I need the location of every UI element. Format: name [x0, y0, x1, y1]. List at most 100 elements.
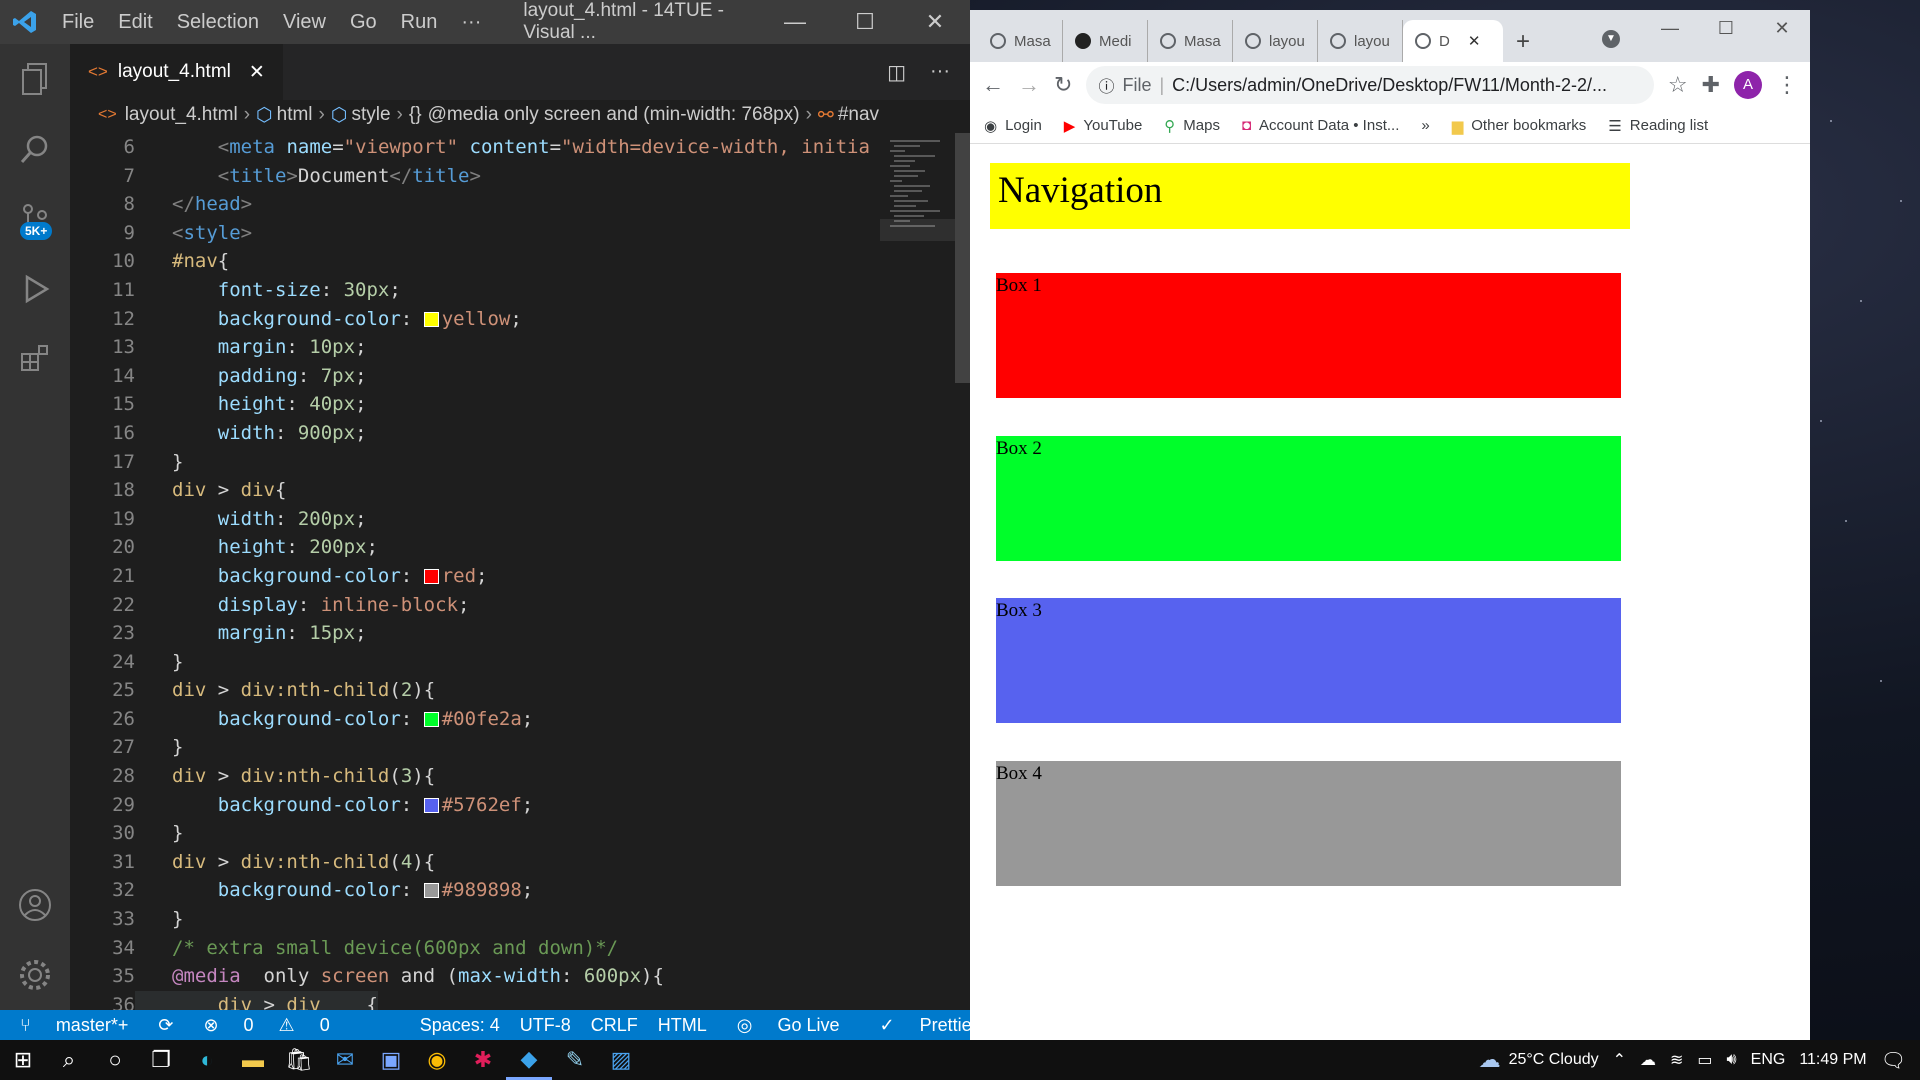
- eol-status[interactable]: CRLF: [581, 1015, 648, 1036]
- breadcrumb-nav[interactable]: #nav: [838, 104, 879, 126]
- extensions-icon[interactable]: [0, 324, 70, 394]
- close-button[interactable]: ✕: [1754, 10, 1810, 46]
- minimize-button[interactable]: —: [760, 9, 830, 35]
- battery-icon[interactable]: ▭: [1697, 1050, 1712, 1070]
- extensions-puzzle-icon[interactable]: ✚: [1702, 72, 1720, 98]
- accounts-icon[interactable]: [0, 870, 70, 940]
- indent-status[interactable]: Spaces: 4: [410, 1015, 510, 1036]
- menu-go[interactable]: Go: [338, 11, 389, 34]
- address-bar[interactable]: ⓘ File | C:/Users/admin/OneDrive/Desktop…: [1086, 66, 1654, 104]
- cortana-icon[interactable]: ○: [92, 1040, 138, 1080]
- explorer-icon[interactable]: [0, 44, 70, 114]
- browser-tab-active[interactable]: D ✕: [1403, 20, 1503, 62]
- window-controls: — ☐ ✕: [760, 9, 970, 35]
- notification-center-icon[interactable]: 🗨︎: [1881, 1048, 1906, 1073]
- back-arrow-icon[interactable]: ←: [982, 72, 1004, 98]
- chevron-up-icon[interactable]: ⌃: [1613, 1050, 1626, 1070]
- menu-view[interactable]: View: [271, 11, 338, 34]
- editor-scroll-thumb[interactable]: [955, 133, 970, 383]
- problems-status[interactable]: ⊗ 0 ⚠ 0: [183, 1015, 349, 1036]
- tab-close-icon[interactable]: ✕: [249, 61, 265, 84]
- menu-file[interactable]: File: [50, 11, 106, 34]
- bookmark-star-icon[interactable]: ☆: [1668, 72, 1688, 98]
- editor-tab-active[interactable]: <> layout_4.html ✕: [70, 44, 283, 100]
- menu-more[interactable]: ···: [449, 11, 493, 34]
- tab-search-icon[interactable]: ▼: [1602, 30, 1620, 48]
- source-control-icon[interactable]: 5K+: [0, 184, 70, 254]
- chrome-icon[interactable]: ◉: [414, 1040, 460, 1080]
- color-swatch[interactable]: [423, 311, 439, 327]
- browser-tab[interactable]: layou: [1233, 20, 1318, 62]
- code-line: 18 div > div{: [112, 479, 287, 502]
- color-swatch[interactable]: [423, 711, 439, 727]
- minimize-button[interactable]: —: [1642, 10, 1698, 46]
- notepad-icon[interactable]: ✎: [552, 1040, 598, 1080]
- breadcrumb-file[interactable]: layout_4.html: [125, 104, 238, 126]
- browser-tab[interactable]: layou: [1318, 20, 1403, 62]
- split-editor-icon[interactable]: ◫: [887, 60, 906, 85]
- color-swatch[interactable]: [423, 568, 439, 584]
- browser-tab[interactable]: Masa: [978, 20, 1063, 62]
- language-status[interactable]: HTML: [648, 1015, 717, 1036]
- search-icon[interactable]: ⌕: [46, 1040, 92, 1080]
- menu-run[interactable]: Run: [389, 11, 450, 34]
- search-icon[interactable]: [0, 114, 70, 184]
- branch-status[interactable]: ⑂ master*+: [0, 1015, 148, 1036]
- breadcrumb-html[interactable]: html: [277, 104, 313, 126]
- reload-icon[interactable]: ↻: [1054, 72, 1072, 98]
- file-explorer-icon[interactable]: ▬: [230, 1040, 276, 1080]
- browser-tab[interactable]: Medi: [1063, 20, 1148, 62]
- menu-selection[interactable]: Selection: [165, 11, 271, 34]
- sync-icon[interactable]: ⟳: [148, 1015, 183, 1036]
- chrome-menu-icon[interactable]: ⋮: [1776, 72, 1798, 98]
- menu-edit[interactable]: Edit: [106, 11, 164, 34]
- code-line: 16 width: 900px;: [112, 421, 367, 444]
- profile-avatar[interactable]: A: [1734, 71, 1762, 99]
- bookmark-maps[interactable]: ⚲ Maps: [1164, 117, 1220, 135]
- edge-icon[interactable]: ◐: [184, 1040, 230, 1080]
- minimap[interactable]: [880, 133, 955, 1010]
- golive-button[interactable]: ◎ Go Live: [717, 1015, 860, 1036]
- onedrive-icon[interactable]: ☁: [1640, 1050, 1656, 1070]
- color-swatch[interactable]: [423, 883, 439, 899]
- reading-list[interactable]: ☰ Reading list: [1608, 117, 1708, 135]
- color-swatch[interactable]: [423, 797, 439, 813]
- task-view-icon[interactable]: ❐: [138, 1040, 184, 1080]
- bookmark-other[interactable]: ▆ Other bookmarks: [1452, 117, 1587, 135]
- close-button[interactable]: ✕: [900, 9, 970, 35]
- editor-tabbar: <> layout_4.html ✕ ◫ ···: [70, 44, 970, 100]
- more-actions-icon[interactable]: ···: [930, 60, 950, 85]
- code-editor[interactable]: 6 <meta name="viewport" content="width=d…: [70, 133, 880, 1010]
- run-debug-icon[interactable]: [0, 254, 70, 324]
- wifi-icon[interactable]: ≋: [1670, 1050, 1683, 1070]
- app-icon[interactable]: ▣: [368, 1040, 414, 1080]
- breadcrumb-style[interactable]: style: [351, 104, 390, 126]
- store-icon[interactable]: 🛍︎: [276, 1040, 322, 1080]
- bookmark-login[interactable]: ◉ Login: [984, 117, 1042, 135]
- settings-gear-icon[interactable]: [0, 940, 70, 1010]
- browser-tab[interactable]: Masa: [1148, 20, 1233, 62]
- chrome-tabstrip: Masa Medi Masa layou layou D ✕ + ▼ — ☐ ✕: [970, 10, 1810, 62]
- bookmark-youtube[interactable]: ▶ YouTube: [1064, 117, 1143, 135]
- breadcrumb-media[interactable]: @media only screen and (min-width: 768px…: [428, 104, 800, 126]
- weather-widget[interactable]: ☁ 25°C Cloudy: [1479, 1047, 1599, 1073]
- forward-arrow-icon[interactable]: →: [1018, 72, 1040, 98]
- maximize-button[interactable]: ☐: [830, 9, 900, 35]
- new-tab-button[interactable]: +: [1503, 28, 1543, 56]
- start-windows-icon[interactable]: ⊞: [0, 1040, 46, 1080]
- tab-close-icon[interactable]: ✕: [1468, 32, 1481, 50]
- slack-icon[interactable]: ✱: [460, 1040, 506, 1080]
- mail-icon[interactable]: ✉: [322, 1040, 368, 1080]
- vscode-taskbar-icon[interactable]: ◆: [506, 1040, 552, 1080]
- clock[interactable]: 11:49 PM: [1799, 1051, 1866, 1069]
- maximize-button[interactable]: ☐: [1698, 10, 1754, 46]
- bookmark-instagram[interactable]: ◘ Account Data • Inst...: [1242, 117, 1399, 134]
- encoding-status[interactable]: UTF-8: [510, 1015, 581, 1036]
- cube-icon: ⬡: [256, 104, 273, 126]
- language-indicator[interactable]: ENG: [1751, 1051, 1786, 1069]
- info-icon[interactable]: ⓘ: [1098, 73, 1114, 97]
- code-line: 7 <title>Document</title>: [123, 164, 481, 187]
- volume-icon[interactable]: 🔊︎: [1727, 1051, 1737, 1069]
- bookmarks-overflow[interactable]: »: [1421, 117, 1429, 134]
- photos-icon[interactable]: ▨: [598, 1040, 644, 1080]
